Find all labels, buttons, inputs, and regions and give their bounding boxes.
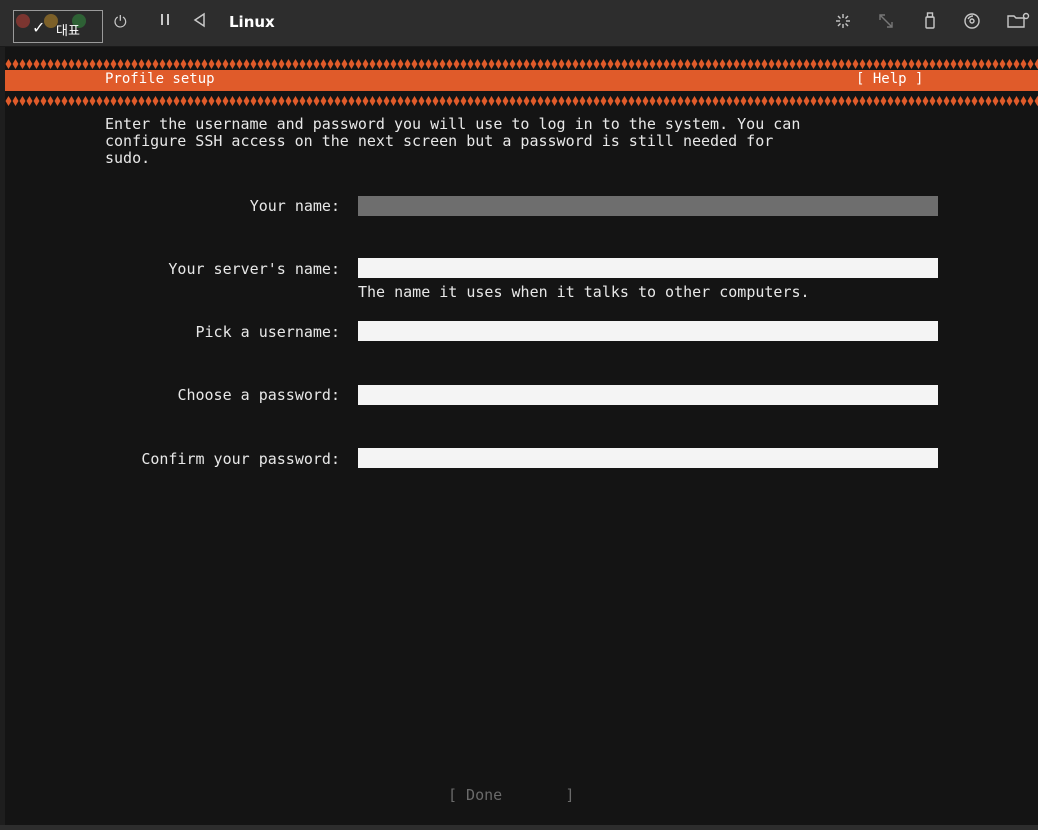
your-name-label: Your name:	[249, 197, 340, 215]
disc-icon[interactable]	[962, 11, 982, 31]
usb-icon[interactable]	[920, 11, 940, 31]
installer-screen: Profile setup [ Help ] Enter the usernam…	[5, 47, 1038, 825]
power-icon[interactable]: ⏻	[114, 12, 127, 32]
help-button[interactable]: [ Help ]	[856, 71, 923, 87]
intro-line: Enter the username and password you will…	[105, 115, 801, 133]
header-bar: Profile setup [ Help ]	[5, 70, 1038, 91]
intro-line: sudo.	[105, 149, 151, 167]
back-icon[interactable]	[192, 11, 206, 33]
checkmark-icon: ✓	[32, 18, 46, 37]
pause-icon[interactable]	[160, 11, 170, 31]
intro-text: Enter the username and password you will…	[105, 116, 800, 167]
server-name-hint: The name it uses when it talks to other …	[358, 283, 810, 301]
window-title: Linux	[229, 13, 275, 31]
top-border-pattern	[5, 58, 1038, 70]
intro-line: configure SSH access on the next screen …	[105, 132, 774, 150]
username-label: Pick a username:	[195, 323, 341, 341]
done-button[interactable]: [ Done ]	[448, 786, 574, 804]
badge-label: 대표	[56, 24, 80, 39]
representative-badge: ✓ 대표	[13, 10, 103, 43]
password-label: Choose a password:	[177, 386, 340, 404]
server-name-field[interactable]	[358, 258, 938, 278]
window-toolbar: ✓ 대표 ⏻ Linux	[0, 0, 1038, 47]
password-field[interactable]	[358, 385, 938, 405]
folder-icon[interactable]	[1006, 11, 1030, 31]
sparkle-icon[interactable]	[833, 11, 853, 31]
username-field[interactable]	[358, 321, 938, 341]
your-name-field[interactable]	[358, 196, 938, 216]
window-bottom-edge	[0, 825, 1038, 830]
confirm-password-field[interactable]	[358, 448, 938, 468]
confirm-password-label: Confirm your password:	[141, 450, 340, 468]
bottom-border-pattern	[5, 95, 1038, 107]
resize-icon[interactable]	[876, 11, 896, 31]
server-name-label: Your server's name:	[168, 260, 340, 278]
page-title: Profile setup	[105, 71, 215, 87]
